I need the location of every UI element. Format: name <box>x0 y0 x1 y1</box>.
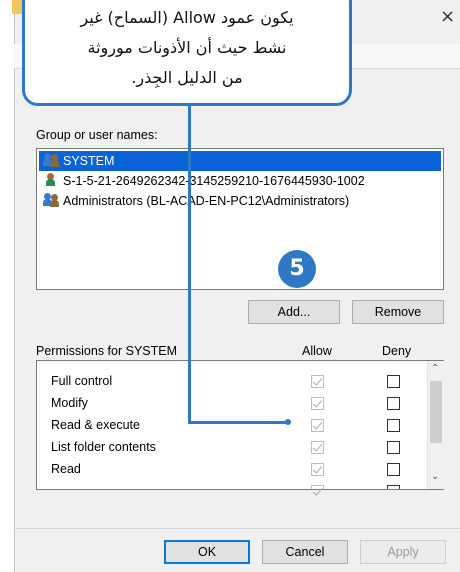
callout-line-2: نشط حيث أن الأذونات موروثة <box>87 38 287 57</box>
scroll-thumb[interactable] <box>430 381 442 443</box>
close-icon[interactable]: × <box>440 6 455 27</box>
allow-checkbox-disabled <box>311 419 324 432</box>
deny-checkbox[interactable] <box>387 397 400 410</box>
cancel-button[interactable]: Cancel <box>262 540 348 564</box>
allow-checkbox-disabled <box>311 375 324 388</box>
list-item-label: S-1-5-21-2649262342-3145259210-167644593… <box>63 174 365 188</box>
list-item-administrators[interactable]: Administrators (BL-ACAD-EN-PC12\Administ… <box>39 191 349 211</box>
step-badge: 5 <box>278 250 316 288</box>
callout-leader-dot <box>285 419 291 425</box>
list-item-sid[interactable]: S-1-5-21-2649262342-3145259210-167644593… <box>39 171 365 191</box>
deny-checkbox[interactable] <box>387 441 400 454</box>
add-button[interactable]: Add... <box>248 300 340 324</box>
deny-checkbox[interactable] <box>387 419 400 432</box>
callout-line-3: من الدليل الجِذر. <box>131 68 243 87</box>
allow-checkbox-disabled <box>311 397 324 410</box>
users-icon <box>43 153 59 167</box>
list-item-label: Administrators (BL-ACAD-EN-PC12\Administ… <box>63 194 350 208</box>
permission-name: Modify <box>51 396 88 410</box>
deny-checkbox[interactable] <box>387 375 400 388</box>
allow-checkbox-disabled <box>311 441 324 454</box>
permissions-label: Permissions for SYSTEM <box>36 344 178 358</box>
group-names-label: Group or user names: <box>36 128 158 142</box>
allow-checkbox-disabled <box>311 463 324 476</box>
permission-name: List folder contents <box>51 440 156 454</box>
remove-button[interactable]: Remove <box>352 300 444 324</box>
scroll-down-icon[interactable]: ⌄ <box>431 471 439 482</box>
allow-checkbox-partial <box>311 485 324 489</box>
permission-name: Read & execute <box>51 418 140 432</box>
permissions-scrollbar[interactable]: ⌃ ⌄ <box>427 361 444 489</box>
list-item-system[interactable]: SYSTEM <box>39 151 441 171</box>
user-icon <box>43 173 59 187</box>
deny-checkbox-partial[interactable] <box>387 485 400 489</box>
callout-leader-vertical <box>188 106 191 424</box>
apply-button: Apply <box>360 540 446 564</box>
ok-button[interactable]: OK <box>164 540 250 564</box>
callout-text: يكون عمود Allow (السماح) غير نشط حيث أن … <box>25 3 349 93</box>
allow-column-header: Allow <box>302 344 332 358</box>
permission-name: Full control <box>51 374 113 388</box>
callout-bubble: يكون عمود Allow (السماح) غير نشط حيث أن … <box>22 0 352 106</box>
scroll-up-icon[interactable]: ⌃ <box>431 363 439 374</box>
users-icon <box>43 193 59 207</box>
deny-checkbox[interactable] <box>387 463 400 476</box>
footer-divider <box>14 528 460 529</box>
permission-name: Read <box>51 462 81 476</box>
permissions-table: Full control Modify Read & execute List … <box>36 360 444 490</box>
callout-line-1: يكون عمود Allow (السماح) غير <box>80 8 294 27</box>
list-item-label: SYSTEM <box>63 154 115 168</box>
group-list[interactable]: SYSTEM S-1-5-21-2649262342-3145259210-16… <box>36 148 444 290</box>
callout-leader-horizontal <box>188 421 288 424</box>
deny-column-header: Deny <box>382 344 412 358</box>
